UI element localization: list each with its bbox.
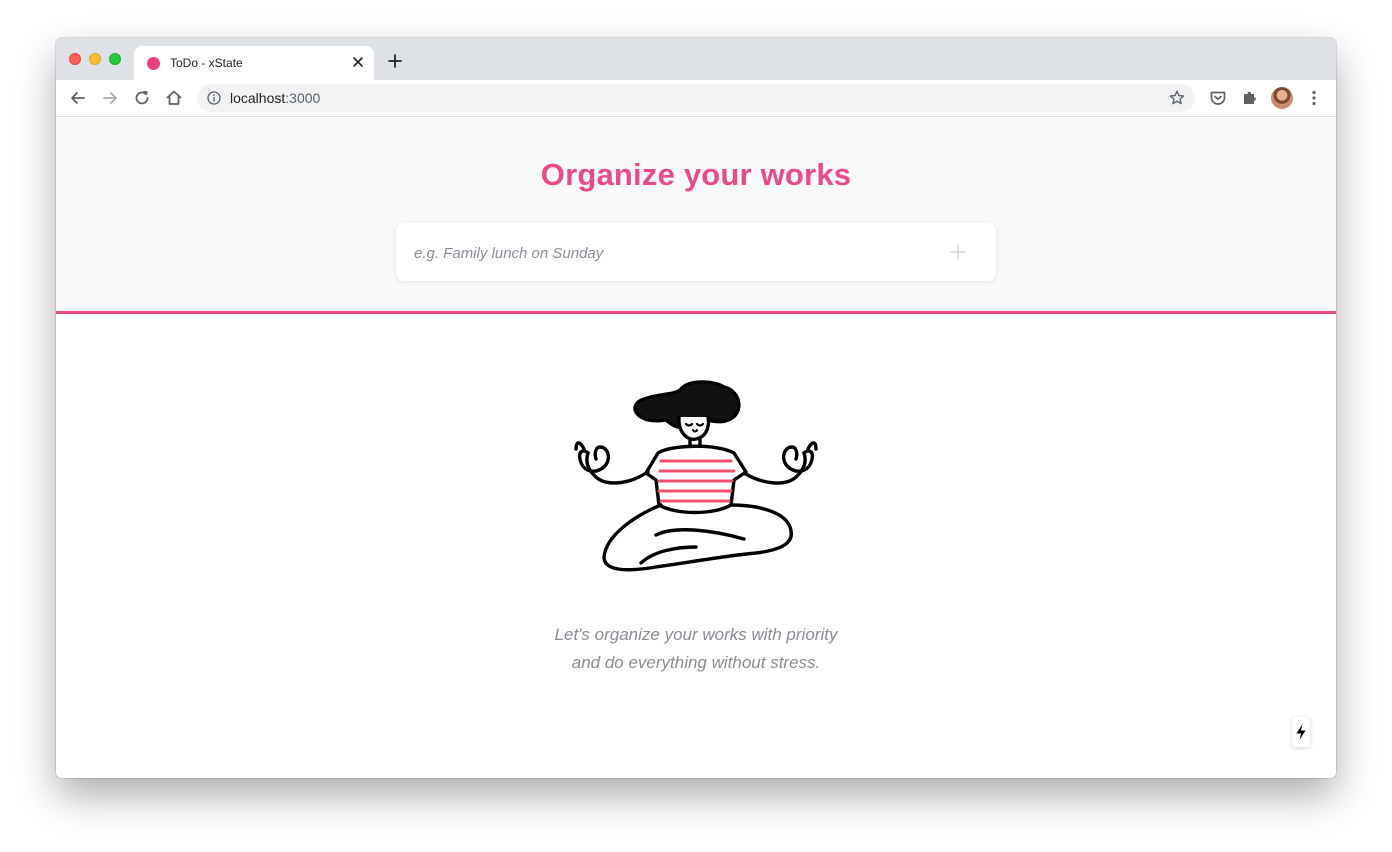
address-bar[interactable]: localhost:3000 [197,84,1195,112]
dev-indicator-button[interactable] [1292,717,1310,747]
home-icon[interactable] [164,88,184,108]
arrow-left-icon[interactable] [68,88,88,108]
url-text: localhost:3000 [230,90,320,106]
favicon-icon [147,57,160,70]
window-close-button[interactable] [69,53,81,65]
plus-icon[interactable] [948,242,968,262]
plus-icon[interactable] [386,52,404,70]
url-host: localhost [230,90,286,106]
url-port: :3000 [285,90,321,106]
tagline: Let's organize your works with priority … [56,621,1336,677]
todo-input-card [396,223,996,281]
browser-window: ToDo - xState localhost:3000 Organize yo… [56,38,1336,778]
lightning-bolt-icon [1296,724,1306,740]
reload-icon[interactable] [132,88,152,108]
window-zoom-button[interactable] [109,53,121,65]
tab-strip: ToDo - xState [56,38,1336,80]
star-icon[interactable] [1168,89,1186,107]
close-icon[interactable] [350,54,366,70]
tagline-line-1: Let's organize your works with priority [554,625,838,644]
kebab-menu-icon[interactable] [1304,88,1324,108]
pocket-icon[interactable] [1208,88,1228,108]
tab-title: ToDo - xState [170,56,243,70]
puzzle-icon[interactable] [1240,88,1260,108]
arrow-right-icon[interactable] [100,88,120,108]
page-title: Organize your works [540,157,852,192]
header-section: Organize your works [56,117,1336,314]
todo-input[interactable] [412,237,936,269]
window-minimize-button[interactable] [89,53,101,65]
meditation-illustration-icon [574,380,818,572]
tab-todo-xstate[interactable]: ToDo - xState [134,46,374,80]
tagline-line-2: and do everything without stress. [571,653,821,672]
browser-toolbar: localhost:3000 [56,80,1336,117]
page-viewport: Organize your works e.g. Family lunch on… [56,117,1336,778]
info-icon[interactable] [207,91,221,105]
avatar[interactable] [1271,87,1293,109]
